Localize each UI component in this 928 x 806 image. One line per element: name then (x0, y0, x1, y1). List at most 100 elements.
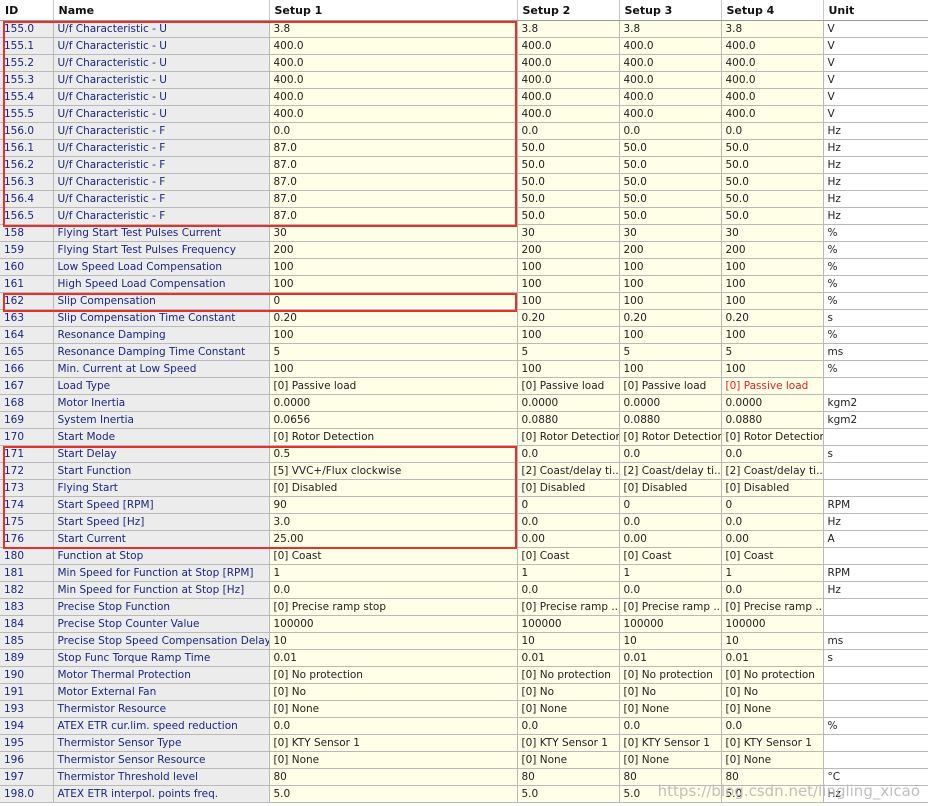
table-row[interactable]: 155.4 U/f Characteristic - U 400.0 400.0 400… (0, 88, 928, 106)
setup-3-value[interactable]: 0.0 (619, 445, 722, 463)
table-row[interactable]: 156.2 U/f Characteristic - F 87.0 50.0 50.0 5… (0, 156, 928, 174)
table-row[interactable]: 155.2 U/f Characteristic - U 400.0 400.0 400… (0, 54, 928, 72)
table-row[interactable]: 160 Low Speed Load Compensation 100 100 100 1… (0, 258, 928, 276)
col-header-setup-3[interactable]: Setup 3 (619, 0, 722, 21)
setup-3-value[interactable]: 5 (619, 343, 722, 361)
setup-1-value[interactable]: 0.0 (269, 581, 518, 599)
table-row[interactable]: 163 Slip Compensation Time Constant 0.20 0.… (0, 309, 928, 327)
setup-3-value[interactable]: 100000 (619, 615, 722, 633)
setup-1-value[interactable]: [0] None (269, 751, 518, 769)
setup-1-value[interactable]: 400.0 (269, 54, 518, 72)
setup-4-value[interactable]: 1 (721, 564, 824, 582)
setup-4-value[interactable]: 50.0 (721, 207, 824, 225)
setup-3-value[interactable]: 0.0 (619, 717, 722, 735)
setup-4-value[interactable]: 100 (721, 360, 824, 378)
table-row[interactable]: 164 Resonance Damping 100 100 100 100% (0, 326, 928, 344)
table-row[interactable]: 189 Stop Func Torque Ramp Time 0.01 0.01 0.0… (0, 649, 928, 667)
setup-1-value[interactable]: 87.0 (269, 139, 518, 157)
setup-1-value[interactable]: [0] KTY Sensor 1 (269, 734, 518, 752)
table-row[interactable]: 184 Precise Stop Counter Value 100000 10000… (0, 615, 928, 633)
setup-1-value[interactable]: [0] None (269, 700, 518, 718)
table-row[interactable]: 181 Min Speed for Function at Stop [RPM] 1… (0, 564, 928, 582)
setup-3-value[interactable]: 200 (619, 241, 722, 259)
setup-3-value[interactable]: [0] Coast (619, 547, 722, 565)
setup-3-value[interactable]: 50.0 (619, 190, 722, 208)
setup-2-value[interactable]: 50.0 (517, 190, 620, 208)
setup-1-value[interactable]: 5.0 (269, 785, 518, 803)
setup-4-value[interactable]: 100000 (721, 615, 824, 633)
setup-3-value[interactable]: 400.0 (619, 105, 722, 123)
setup-3-value[interactable]: 30 (619, 224, 722, 242)
setup-1-value[interactable]: 400.0 (269, 37, 518, 55)
table-row[interactable]: 156.3 U/f Characteristic - F 87.0 50.0 50.0 5… (0, 173, 928, 191)
setup-4-value[interactable]: [0] Passive load (721, 377, 824, 395)
setup-1-value[interactable]: 25.00 (269, 530, 518, 548)
setup-4-value[interactable]: [2] Coast/delay ti... (721, 462, 824, 480)
table-row[interactable]: 182 Min Speed for Function at Stop [Hz] 0.… (0, 581, 928, 599)
setup-4-value[interactable]: 50.0 (721, 190, 824, 208)
setup-4-value[interactable]: 0.0 (721, 581, 824, 599)
table-row[interactable]: 158 Flying Start Test Pulses Current 30 30 3… (0, 224, 928, 242)
setup-3-value[interactable]: [0] None (619, 700, 722, 718)
table-row[interactable]: 156.0 U/f Characteristic - F 0.0 0.0 0.0 0.0 H… (0, 122, 928, 140)
setup-3-value[interactable]: 100 (619, 292, 722, 310)
setup-4-value[interactable]: 10 (721, 632, 824, 650)
setup-4-value[interactable]: 5 (721, 343, 824, 361)
setup-3-value[interactable]: [0] No (619, 683, 722, 701)
setup-2-value[interactable]: 100 (517, 360, 620, 378)
setup-3-value[interactable]: 50.0 (619, 207, 722, 225)
setup-4-value[interactable]: 0.0 (721, 122, 824, 140)
setup-4-value[interactable]: [0] Rotor Detection (721, 428, 824, 446)
table-row[interactable]: 190 Motor Thermal Protection [0] No protec… (0, 666, 928, 684)
setup-1-value[interactable]: 0.5 (269, 445, 518, 463)
setup-3-value[interactable]: 0.0 (619, 122, 722, 140)
setup-1-value[interactable]: 400.0 (269, 71, 518, 89)
setup-2-value[interactable]: 10 (517, 632, 620, 650)
setup-2-value[interactable]: 100 (517, 292, 620, 310)
setup-3-value[interactable]: 50.0 (619, 173, 722, 191)
setup-3-value[interactable]: [0] Precise ramp ... (619, 598, 722, 616)
setup-3-value[interactable]: 1 (619, 564, 722, 582)
setup-2-value[interactable]: [0] None (517, 700, 620, 718)
setup-1-value[interactable]: 100 (269, 360, 518, 378)
setup-2-value[interactable]: 0.0 (517, 445, 620, 463)
setup-3-value[interactable]: [0] Disabled (619, 479, 722, 497)
setup-2-value[interactable]: [2] Coast/delay ti... (517, 462, 620, 480)
table-row[interactable]: 159 Flying Start Test Pulses Frequency 200… (0, 241, 928, 259)
setup-4-value[interactable]: 100 (721, 258, 824, 276)
setup-2-value[interactable]: 30 (517, 224, 620, 242)
table-row[interactable]: 162 Slip Compensation 0 100 100 100% (0, 292, 928, 310)
table-row[interactable]: 155.1 U/f Characteristic - U 400.0 400.0 400… (0, 37, 928, 55)
setup-2-value[interactable]: 0.0 (517, 513, 620, 531)
setup-2-value[interactable]: 200 (517, 241, 620, 259)
setup-4-value[interactable]: 50.0 (721, 173, 824, 191)
setup-3-value[interactable]: [0] Passive load (619, 377, 722, 395)
setup-4-value[interactable]: [0] No (721, 683, 824, 701)
setup-3-value[interactable]: 0.0 (619, 581, 722, 599)
setup-1-value[interactable]: 87.0 (269, 156, 518, 174)
setup-3-value[interactable]: 50.0 (619, 156, 722, 174)
setup-4-value[interactable]: 0.20 (721, 309, 824, 327)
col-header-id[interactable]: ID (0, 0, 54, 21)
setup-2-value[interactable]: [0] KTY Sensor 1 (517, 734, 620, 752)
table-row[interactable]: 167 Load Type [0] Passive load [0] Passive … (0, 377, 928, 395)
setup-1-value[interactable]: 0 (269, 292, 518, 310)
setup-2-value[interactable]: 400.0 (517, 105, 620, 123)
setup-3-value[interactable]: 0 (619, 496, 722, 514)
setup-3-value[interactable]: [0] None (619, 751, 722, 769)
setup-3-value[interactable]: 400.0 (619, 37, 722, 55)
setup-2-value[interactable]: 5.0 (517, 785, 620, 803)
setup-1-value[interactable]: [0] Passive load (269, 377, 518, 395)
setup-1-value[interactable]: [5] VVC+/Flux clockwise (269, 462, 518, 480)
table-row[interactable]: 165 Resonance Damping Time Constant 5 5 5 5 ms (0, 343, 928, 361)
setup-1-value[interactable]: [0] Precise ramp stop (269, 598, 518, 616)
setup-2-value[interactable]: 100 (517, 275, 620, 293)
setup-2-value[interactable]: 0.0 (517, 122, 620, 140)
setup-2-value[interactable]: 50.0 (517, 156, 620, 174)
setup-4-value[interactable]: 3.8 (721, 20, 824, 38)
setup-1-value[interactable]: 0.0 (269, 122, 518, 140)
setup-4-value[interactable]: [0] Precise ramp ... (721, 598, 824, 616)
setup-2-value[interactable]: 400.0 (517, 88, 620, 106)
setup-2-value[interactable]: 100 (517, 326, 620, 344)
setup-2-value[interactable]: 400.0 (517, 54, 620, 72)
